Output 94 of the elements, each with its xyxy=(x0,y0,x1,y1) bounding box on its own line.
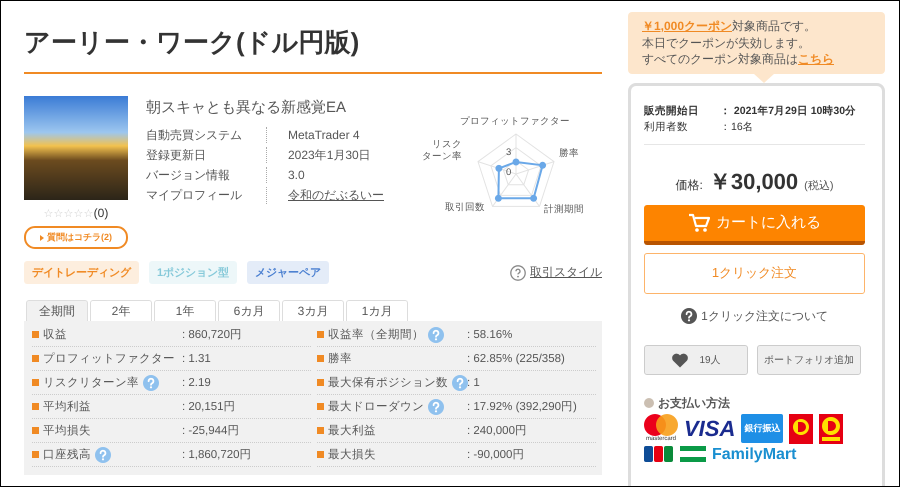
stat-label: 勝率 xyxy=(328,352,352,366)
tax-note: (税込) xyxy=(804,178,834,192)
product-tagline: 朝スキャとも異なる新感覚EA xyxy=(146,98,348,117)
bullet-icon xyxy=(32,379,39,386)
period-tab[interactable]: 全期間 xyxy=(26,300,88,321)
stat-label: プロフィットファクター xyxy=(43,351,175,366)
stat-value: : 1 xyxy=(467,376,481,388)
bullet-icon xyxy=(32,403,39,410)
cart-icon xyxy=(688,212,710,232)
card-logo-icon xyxy=(644,446,674,462)
axis-label: リスク xyxy=(432,139,462,151)
d-logo-icon xyxy=(789,414,814,444)
bullet-icon xyxy=(317,379,324,386)
bullet-icon xyxy=(317,355,324,362)
favorite-button[interactable]: 19人 xyxy=(644,344,748,374)
info-value: MetaTrader 4 xyxy=(288,127,361,143)
tag-label: メジャーペア xyxy=(247,261,330,284)
caret-icon xyxy=(40,234,44,240)
help-icon xyxy=(681,308,698,324)
stat-value: : -25,944円 xyxy=(182,424,240,438)
page-title: アーリー・ワーク(ドル円版) xyxy=(24,26,360,59)
period-tab[interactable]: 2年 xyxy=(90,300,152,321)
payment-title: お支払い方法 xyxy=(658,394,730,412)
stat-value: : 17.92% (392,290円) xyxy=(467,400,578,414)
familymart-logo: FamilyMart xyxy=(712,446,796,462)
bullet-icon xyxy=(317,427,324,434)
info-value: 3.0 xyxy=(288,167,306,183)
help-icon xyxy=(510,264,526,280)
sale-label: 販売開始日 xyxy=(644,104,700,118)
coupon-text: 本日でクーポンが失効します。 xyxy=(642,34,811,51)
axis-label: 取引回数 xyxy=(445,202,485,214)
stat-value: : 2.19 xyxy=(182,376,212,388)
stat-value: : -90,000円 xyxy=(467,448,526,462)
period-tab[interactable]: 1年 xyxy=(154,300,216,321)
axis-label: 勝率 xyxy=(559,148,579,160)
period-tab[interactable]: 3カ月 xyxy=(282,300,344,321)
sale-label: 利用者数 xyxy=(644,120,689,134)
stat-label: 収益率（全期間） xyxy=(328,328,424,342)
axis-label: プロフィットファクター xyxy=(460,116,570,128)
stat-value: : 20,151円 xyxy=(182,400,237,414)
sale-value: ： 2021年7月29日 10時30分 xyxy=(720,104,858,118)
stat-label: 収益 xyxy=(43,328,67,342)
stat-value: : 58.16% xyxy=(467,328,514,340)
bullet-icon xyxy=(317,451,324,458)
coupon-text: すべてのクーポン対象商品はこちら xyxy=(642,51,835,68)
bullet-icon xyxy=(32,451,39,458)
stripes-icon xyxy=(680,446,706,462)
portfolio-button[interactable]: ポートフォリオ追加 xyxy=(757,344,861,374)
heart-icon xyxy=(671,352,690,368)
dot-icon xyxy=(644,398,654,408)
stat-label: 最大損失 xyxy=(328,448,376,462)
review-count: (0) xyxy=(94,206,108,220)
stat-value: : 1.31 xyxy=(182,352,212,364)
stat-value: : 62.85% (225/358) xyxy=(467,352,566,364)
bullet-icon xyxy=(317,331,324,338)
period-tab[interactable]: 1カ月 xyxy=(346,300,408,321)
stat-label: 最大保有ポジション数 xyxy=(328,376,448,390)
visa-logo: VISA xyxy=(684,416,736,440)
star-rating: ☆☆☆☆☆ xyxy=(44,206,94,220)
tag-label: デイトレーディング xyxy=(24,261,139,284)
overlapping-circles-icon xyxy=(644,414,678,436)
stat-label: 平均損失 xyxy=(43,424,91,438)
stat-label: 平均利益 xyxy=(43,400,91,414)
d-logo-icon xyxy=(819,414,844,444)
info-value: 2023年1月30日 xyxy=(288,147,372,163)
price-label: 価格: xyxy=(676,176,703,194)
sale-value: ：16名 xyxy=(720,120,755,134)
tag-label: 1ポジション型 xyxy=(149,261,238,284)
axis-label: 計測期間 xyxy=(544,204,584,216)
tick-label: 3 xyxy=(506,147,512,158)
stat-value: : 1,860,720円 xyxy=(182,448,253,462)
axis-label: ターン率 xyxy=(422,151,462,163)
one-click-help-link[interactable]: 1クリック注文について xyxy=(701,308,828,324)
period-tab[interactable]: 6カ月 xyxy=(218,300,280,321)
stat-label: 口座残高 xyxy=(43,447,91,462)
bullet-icon xyxy=(32,331,39,338)
bank-transfer-logo: 銀行振込 xyxy=(741,414,784,443)
stat-label: 最大利益 xyxy=(328,424,376,438)
price-amount: ￥30,000 xyxy=(708,168,798,196)
bullet-icon xyxy=(32,427,39,434)
tick-label: 0 xyxy=(506,167,512,178)
coupon-text: ￥1,000クーポン対象商品です。 xyxy=(642,18,818,34)
stat-value: : 860,720円 xyxy=(182,328,243,342)
bullet-icon xyxy=(317,403,324,410)
info-label: 登録更新日 xyxy=(146,147,207,163)
profile-link[interactable]: 令和のだぶるいー xyxy=(288,187,418,204)
info-label: バージョン情報 xyxy=(146,167,231,183)
info-label: 自動売買システム xyxy=(146,127,243,143)
stat-value: : 240,000円 xyxy=(467,424,528,438)
stat-label: 最大ドローダウン xyxy=(328,400,424,414)
trade-style-link[interactable]: 取引スタイル xyxy=(530,264,602,281)
stat-label: リスクリターン率 xyxy=(43,376,139,390)
bullet-icon xyxy=(32,355,39,362)
info-label: マイプロフィール xyxy=(146,187,243,204)
